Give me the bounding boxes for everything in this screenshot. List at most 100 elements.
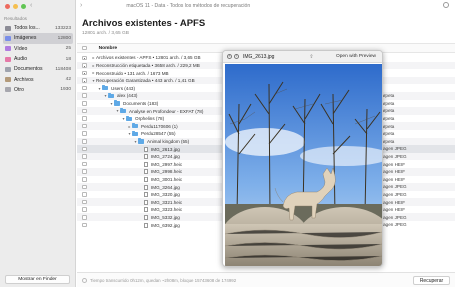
sidebar: ‹ Resultados Todos los... 133223 Imágenes 1… <box>0 0 76 287</box>
folder-icon <box>102 85 108 91</box>
row-checkbox[interactable] <box>82 93 87 99</box>
category-icon <box>5 46 11 52</box>
search-icon[interactable] <box>443 2 449 8</box>
select-all-checkbox[interactable] <box>82 45 87 51</box>
share-icon[interactable]: ⇧ <box>309 54 313 60</box>
row-name-cell: IMG_3001.heic <box>139 176 182 182</box>
folder-icon <box>132 123 138 129</box>
close-icon[interactable]: × <box>227 54 232 59</box>
row-checkbox[interactable] <box>82 63 87 68</box>
row-checkbox[interactable] <box>82 169 87 174</box>
row-label: Archivos existentes - APFS • 12801 arch.… <box>96 55 201 61</box>
window-title: macOS 11 - Data - Todos los métodos de r… <box>126 2 251 9</box>
preview-filename: IMG_2613.jpg <box>243 53 275 60</box>
sidebar-item-count: 25 <box>65 46 71 52</box>
row-checkbox[interactable] <box>82 177 87 182</box>
row-label: Analyse en Profondeur - EXFAT (78) <box>129 108 204 114</box>
row-checkbox[interactable] <box>82 146 87 152</box>
sidebar-list: Todos los... 133223 Imágenes 12800 Vídeo 25 Au… <box>3 23 73 95</box>
sidebar-item[interactable]: Documentos 118408 <box>3 64 73 74</box>
back-icon[interactable]: ‹ <box>30 2 32 9</box>
image-file-icon <box>144 192 148 198</box>
row-checkbox[interactable] <box>82 139 87 144</box>
row-name-cell: ▾ Analyse en Profondeur - EXFAT (78) <box>115 107 204 114</box>
row-name-cell: IMG_6392.jpg <box>139 222 180 228</box>
row-checkbox[interactable] <box>82 214 87 220</box>
row-label: Animal kingdom (55) <box>147 138 190 144</box>
quick-look-preview: × i IMG_2613.jpg ⇧ Open with Preview <box>222 50 383 267</box>
row-name-cell: ▸Archivos existentes - APFS • 12801 arch… <box>91 55 201 61</box>
category-icon <box>5 56 11 62</box>
image-file-icon <box>144 214 148 220</box>
image-file-icon <box>144 154 148 160</box>
row-checkbox[interactable] <box>82 70 87 76</box>
info-icon[interactable]: i <box>234 54 239 59</box>
row-checkbox[interactable] <box>82 101 87 106</box>
show-in-finder-button[interactable]: Mostrar en Finder <box>5 275 70 284</box>
row-name-cell: ▾ alex (443) <box>103 92 137 98</box>
sidebar-item[interactable]: Vídeo 25 <box>3 44 73 54</box>
row-label: Orphelins (78) <box>135 116 165 122</box>
image-file-icon <box>144 222 148 228</box>
row-name-cell: IMG_2997.heic <box>139 161 183 167</box>
row-checkbox[interactable] <box>82 192 87 197</box>
row-label: IMG_6392.jpg <box>151 222 180 228</box>
toolbar: › macOS 11 - Data - Todos los métodos de… <box>77 0 455 11</box>
folder-icon <box>114 100 120 106</box>
column-name[interactable]: Nombre <box>99 46 117 51</box>
forward-icon[interactable]: › <box>80 2 82 9</box>
row-label: IMG_3320.jpg <box>151 192 180 198</box>
row-checkbox[interactable] <box>82 161 87 167</box>
sidebar-item[interactable]: Archivos 42 <box>3 74 73 84</box>
row-checkbox[interactable] <box>82 123 87 129</box>
row-checkbox[interactable] <box>82 116 87 121</box>
row-checkbox[interactable] <box>82 199 87 205</box>
row-name-cell: IMG_5332.jpg <box>139 214 180 220</box>
close-window-button[interactable] <box>5 4 10 9</box>
row-name-cell: IMG_3320.jpg <box>139 192 180 198</box>
sidebar-item-label: Archivos <box>14 76 34 83</box>
row-checkbox[interactable] <box>82 154 87 159</box>
row-name-cell: ▸Reconstruido • 131 arch. / 1673 MB <box>91 70 168 75</box>
row-name-cell: ▾Recuperación Garantizada • 443 arch. / … <box>91 78 194 83</box>
row-checkbox[interactable] <box>82 78 87 83</box>
row-name-cell: ▾ Documents (183) <box>109 100 158 106</box>
preview-titlebar: × i IMG_2613.jpg ⇧ Open with Preview <box>223 51 382 63</box>
row-name-cell: ▾ Orphelins (78) <box>121 115 165 122</box>
sidebar-item[interactable]: Otro 1930 <box>3 85 73 95</box>
row-label: Reconstrucción etiquetada • 3658 arch. /… <box>96 63 200 69</box>
row-label: IMG_2724.jpg <box>151 154 180 160</box>
image-file-icon <box>144 184 148 190</box>
row-name-cell: ▾ Users (443) <box>97 85 135 91</box>
sidebar-item[interactable]: Todos los... 133223 <box>3 23 73 33</box>
category-icon <box>5 25 11 31</box>
row-checkbox[interactable] <box>82 207 87 212</box>
preview-image <box>225 64 382 266</box>
row-checkbox[interactable] <box>82 55 87 61</box>
sidebar-item[interactable]: Imágenes 12800 <box>3 33 73 44</box>
row-name-cell: ▸ Perdu1170606 (1) <box>127 123 178 129</box>
row-checkbox[interactable] <box>82 131 87 137</box>
row-label: IMG_2613.jpg <box>151 146 180 152</box>
row-checkbox[interactable] <box>82 222 87 228</box>
sidebar-item-count: 1930 <box>60 87 71 93</box>
row-label: Users (443) <box>111 85 135 91</box>
page-title: Archivos existentes - APFS <box>82 18 206 29</box>
minimize-window-button[interactable] <box>13 4 18 9</box>
sidebar-item[interactable]: Audio 18 <box>3 54 73 64</box>
window-controls <box>5 4 26 9</box>
row-label: IMG_2998.heic <box>151 169 183 175</box>
sidebar-item-label: Documentos <box>14 66 43 73</box>
row-label: Perdu1170606 (1) <box>141 123 178 129</box>
image-file-icon <box>144 207 148 213</box>
open-with-preview-button[interactable]: Open with Preview <box>336 54 376 59</box>
status-text: Tiempo transcurrido 0h12m, quedan ~2h08m… <box>82 278 236 284</box>
sidebar-item-label: Vídeo <box>14 45 28 52</box>
row-checkbox[interactable] <box>82 184 87 190</box>
image-file-icon <box>144 199 148 205</box>
row-checkbox[interactable] <box>82 108 87 114</box>
recover-button[interactable]: Recuperar <box>413 276 450 285</box>
row-checkbox[interactable] <box>82 85 87 91</box>
zoom-window-button[interactable] <box>21 4 26 9</box>
row-label: IMG_2997.heic <box>151 161 183 167</box>
